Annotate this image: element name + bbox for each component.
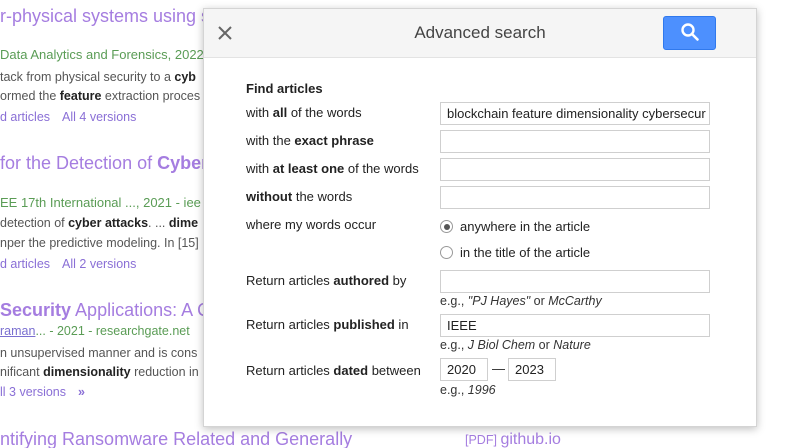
versions-link[interactable]: All 2 versions [62, 257, 136, 271]
exact-phrase-input[interactable] [440, 130, 710, 153]
at-least-one-input[interactable] [440, 158, 710, 181]
authored-label: Return articles authored by [246, 273, 407, 288]
radio-selected[interactable] [440, 220, 453, 233]
result-authors: raman... - 2021 - researchgate.net [0, 324, 190, 338]
versions-link[interactable]: All 4 versions [62, 110, 136, 124]
occur-anywhere-option[interactable]: anywhere in the article [440, 219, 590, 234]
find-articles-heading: Find articles [246, 81, 323, 96]
author-input[interactable] [440, 270, 710, 293]
at-least-one-label: with at least one of the words [246, 161, 419, 176]
radio-unselected[interactable] [440, 246, 453, 259]
occur-anywhere-label: anywhere in the article [460, 219, 591, 234]
result-links: d articles All 4 versions [0, 110, 148, 124]
double-chevron-icon[interactable]: » [78, 385, 85, 399]
result-links: ll 3 versions » [0, 385, 97, 399]
result-source: Data Analytics and Forensics, 2022 [0, 47, 204, 62]
without-words-input[interactable] [440, 186, 710, 209]
result-title[interactable]: Security Applications: A Co [0, 300, 220, 321]
related-articles-link[interactable]: d articles [0, 257, 50, 271]
exact-phrase-label: with the exact phrase [246, 133, 374, 148]
words-occur-label: where my words occur [246, 217, 377, 232]
result-snippet: ormed the feature extraction proces [0, 89, 201, 103]
result-snippet: nper the predictive modeling. In [15] [0, 236, 199, 250]
result-links: d articles All 2 versions [0, 257, 148, 271]
versions-link[interactable]: ll 3 versions [0, 385, 66, 399]
occur-title-option[interactable]: in the title of the article [440, 245, 590, 260]
publication-hint: e.g., J Biol Chem or Nature [440, 338, 591, 352]
author-link[interactable]: raman [0, 324, 35, 338]
result-title[interactable]: for the Detection of Cyber A [0, 153, 225, 174]
result-title[interactable]: r-physical systems using su [0, 6, 220, 27]
pdf-link[interactable]: [PDF] github.io [465, 431, 561, 448]
result-source: EE 17th International ..., 2021 - iee [0, 195, 201, 210]
published-label: Return articles published in [246, 317, 409, 332]
publication-input[interactable]: IEEE [440, 314, 710, 337]
result-snippet: detection of cyber attacks. ... dime [0, 216, 199, 230]
result-title[interactable]: ntifying Ransomware Related and Generall… [0, 429, 352, 448]
all-words-label: with all of the words [246, 105, 362, 120]
search-icon [680, 22, 700, 45]
result-snippet: n unsupervised manner and is cons [0, 346, 198, 360]
all-words-input[interactable]: blockchain feature dimensionality cybers… [440, 102, 710, 125]
year-from-input[interactable]: 2020 [440, 358, 488, 381]
without-words-label: without the words [246, 189, 353, 204]
dialog-header: Advanced search [204, 9, 756, 58]
advanced-search-dialog: Advanced search Find articles with all o… [203, 8, 757, 427]
year-to-input[interactable]: 2023 [508, 358, 556, 381]
related-articles-link[interactable]: d articles [0, 110, 50, 124]
year-range-dash: — [492, 361, 505, 376]
dated-label: Return articles dated between [246, 363, 421, 378]
occur-title-label: in the title of the article [460, 245, 591, 260]
year-hint: e.g., 1996 [440, 383, 496, 397]
search-button[interactable] [663, 16, 716, 50]
result-snippet: nificant dimensionality reduction in [0, 365, 199, 379]
result-snippet: tack from physical security to a cyb [0, 70, 196, 84]
author-hint: e.g., "PJ Hayes" or McCarthy [440, 294, 602, 308]
